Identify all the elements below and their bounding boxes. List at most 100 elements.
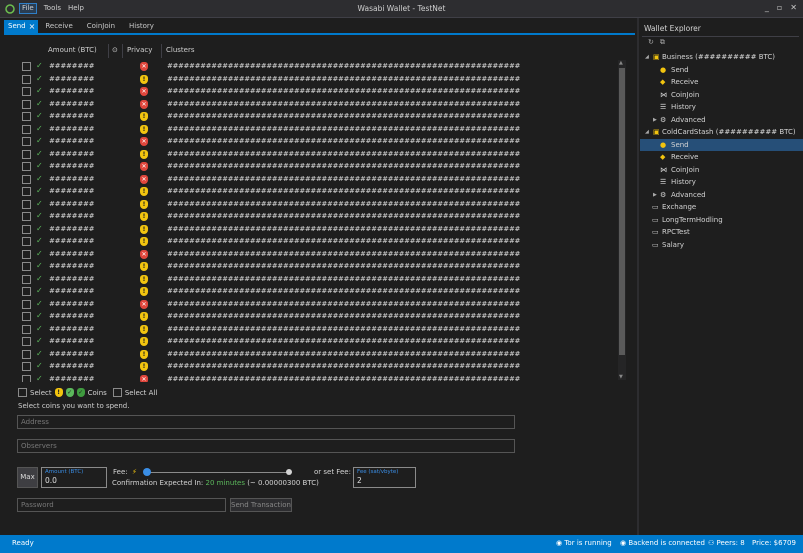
minimize-icon[interactable]: _ <box>765 3 769 12</box>
header-privacy[interactable]: Privacy <box>127 46 152 54</box>
coin-row[interactable]: ✓ ######## ✕ ##############################… <box>15 135 620 148</box>
coin-row[interactable]: ✓ ########! ##############################… <box>15 323 620 336</box>
privacy-darkgreen-shield-icon[interactable]: ✓ <box>76 388 85 397</box>
coin-row[interactable]: ✓ ########! ##############################… <box>15 310 620 323</box>
coin-checkbox[interactable] <box>22 262 31 271</box>
tree-item-history[interactable]: ☰ History <box>640 176 803 189</box>
fee-rate-field[interactable]: Fee (sat/vbyte) 2 <box>353 467 416 488</box>
collapsed-arrow-icon[interactable]: ▶ <box>653 114 657 126</box>
select-checkbox[interactable] <box>18 388 27 397</box>
tab-receive[interactable]: Receive <box>38 20 79 33</box>
coin-checkbox[interactable] <box>22 162 31 171</box>
amount-field[interactable]: Amount (BTC) 0.0 <box>41 467 107 488</box>
tab-coinjoin[interactable]: CoinJoin <box>80 20 122 33</box>
observers-field[interactable]: Observers <box>17 439 515 453</box>
tree-item-send[interactable]: ● Send <box>640 64 803 77</box>
coin-row[interactable]: ✓ ######## ✕ ##############################… <box>15 60 620 73</box>
refresh-icon[interactable]: ↻ <box>648 38 654 47</box>
coin-row[interactable]: ✓ ########! ##############################… <box>15 348 620 361</box>
coin-row[interactable]: ✓ ######## ✕ ##############################… <box>15 248 620 261</box>
coin-checkbox[interactable] <box>22 274 31 284</box>
coin-row[interactable]: ✓ ########! ##############################… <box>15 260 620 273</box>
coin-checkbox[interactable] <box>22 62 31 71</box>
tree-item-advanced[interactable]: ▶ ⚙ Advanced <box>640 189 803 202</box>
coin-checkbox[interactable] <box>22 237 31 246</box>
expanded-arrow-icon[interactable]: ◢ <box>645 126 649 138</box>
tree-wallet-salary[interactable]: ▭ Salary <box>640 239 803 252</box>
coin-checkbox[interactable] <box>22 137 31 146</box>
fee-slider-thumb[interactable] <box>143 468 151 476</box>
coin-row[interactable]: ✓ ######## ✕ ##############################… <box>15 160 620 173</box>
coin-row[interactable]: ✓ ######## ✕ ##############################… <box>15 173 620 186</box>
coin-checkbox[interactable] <box>22 324 31 334</box>
collapsed-arrow-icon[interactable]: ▶ <box>653 189 657 201</box>
coin-row[interactable]: ✓ ########! ##############################… <box>15 185 620 198</box>
coin-row[interactable]: ✓ ########! ##############################… <box>15 73 620 86</box>
coin-row[interactable]: ✓ ########! ##############################… <box>15 198 620 211</box>
coin-checkbox[interactable] <box>22 212 31 221</box>
coin-checkbox[interactable] <box>22 199 31 209</box>
maximize-icon[interactable]: ▫ <box>777 3 782 12</box>
coin-checkbox[interactable] <box>22 87 31 96</box>
coin-row[interactable]: ✓ ########! ##############################… <box>15 235 620 248</box>
close-window-icon[interactable]: ✕ <box>790 3 797 12</box>
coin-row[interactable]: ✓ ########! ##############################… <box>15 335 620 348</box>
privacy-green-shield-icon[interactable]: ✓ <box>65 388 74 397</box>
address-field[interactable]: Address <box>17 415 515 429</box>
password-field[interactable]: Password <box>17 498 226 512</box>
scrollbar-thumb[interactable] <box>619 68 625 355</box>
coin-row[interactable]: ✓ ######## ✕ ##############################… <box>15 85 620 98</box>
tree-item-receive[interactable]: ◆ Receive <box>640 76 803 89</box>
coin-checkbox[interactable] <box>22 312 31 321</box>
tree-wallet-coldcardstash[interactable]: ◢ ▣ ColdCardStash (########## BTC) <box>640 126 803 139</box>
privacy-yellow-shield-icon[interactable]: ! <box>54 388 63 397</box>
coin-checkbox[interactable] <box>22 112 31 121</box>
coin-row[interactable]: ✓ ######## ✕ ##############################… <box>15 98 620 111</box>
fee-slider[interactable] <box>144 472 288 473</box>
coin-checkbox[interactable] <box>22 374 31 382</box>
panel-divider[interactable] <box>637 18 639 535</box>
coin-checkbox[interactable] <box>22 224 31 234</box>
scroll-up-icon[interactable]: ▲ <box>619 60 623 66</box>
header-clusters[interactable]: Clusters <box>166 46 195 54</box>
coin-row[interactable]: ✓ ########! ##############################… <box>15 285 620 298</box>
coin-row[interactable]: ✓ ######## ✕ ##############################… <box>15 373 620 382</box>
coin-row[interactable]: ✓ ######## ✕ ##############################… <box>15 298 620 311</box>
coin-list-scrollbar[interactable]: ▲ ▼ <box>618 60 626 380</box>
select-all-checkbox[interactable] <box>112 388 122 397</box>
coin-row[interactable]: ✓ ########! ##############################… <box>15 110 620 123</box>
tree-item-coinjoin[interactable]: ⋈ CoinJoin <box>640 164 803 177</box>
coin-row[interactable]: ✓ ########! ##############################… <box>15 123 620 136</box>
coin-row[interactable]: ✓ ########! ##############################… <box>15 148 620 161</box>
coin-checkbox[interactable] <box>22 149 31 159</box>
coin-row[interactable]: ✓ ########! ##############################… <box>15 210 620 223</box>
tree-wallet-business[interactable]: ◢ ▣ Business (########## BTC) <box>640 51 803 64</box>
coin-checkbox[interactable] <box>22 74 31 84</box>
tree-wallet-rpctest[interactable]: ▭ RPCTest <box>640 226 803 239</box>
coin-checkbox[interactable] <box>22 99 31 109</box>
tree-wallet-longtermhodling[interactable]: ▭ LongTermHodling <box>640 214 803 227</box>
coin-row[interactable]: ✓ ########! ##############################… <box>15 273 620 286</box>
coin-checkbox[interactable] <box>22 174 31 184</box>
tree-item-coinjoin[interactable]: ⋈ CoinJoin <box>640 89 803 102</box>
tree-item-receive[interactable]: ◆ Receive <box>640 151 803 164</box>
tree-item-history[interactable]: ☰ History <box>640 101 803 114</box>
tree-item-send-selected[interactable]: ● Send <box>640 138 803 151</box>
tab-send[interactable]: Send × <box>4 20 39 33</box>
coin-row[interactable]: ✓ ########! ##############################… <box>15 360 620 373</box>
coin-checkbox[interactable] <box>22 124 31 134</box>
scroll-down-icon[interactable]: ▼ <box>619 374 623 380</box>
coin-row[interactable]: ✓ ########! ##############################… <box>15 223 620 236</box>
header-amount[interactable]: Amount (BTC) <box>48 46 97 54</box>
send-transaction-button[interactable]: Send Transaction <box>230 498 292 512</box>
coin-checkbox[interactable] <box>22 337 31 346</box>
collapse-all-icon[interactable]: ⧉ <box>660 38 665 47</box>
expanded-arrow-icon[interactable]: ◢ <box>645 51 649 63</box>
max-button[interactable]: Max <box>17 467 38 488</box>
coin-checkbox[interactable] <box>22 349 31 359</box>
close-tab-icon[interactable]: × <box>29 22 36 31</box>
tab-history[interactable]: History <box>122 20 161 33</box>
coin-checkbox[interactable] <box>22 362 31 371</box>
coin-checkbox[interactable] <box>22 249 31 259</box>
coin-checkbox[interactable] <box>22 187 31 196</box>
